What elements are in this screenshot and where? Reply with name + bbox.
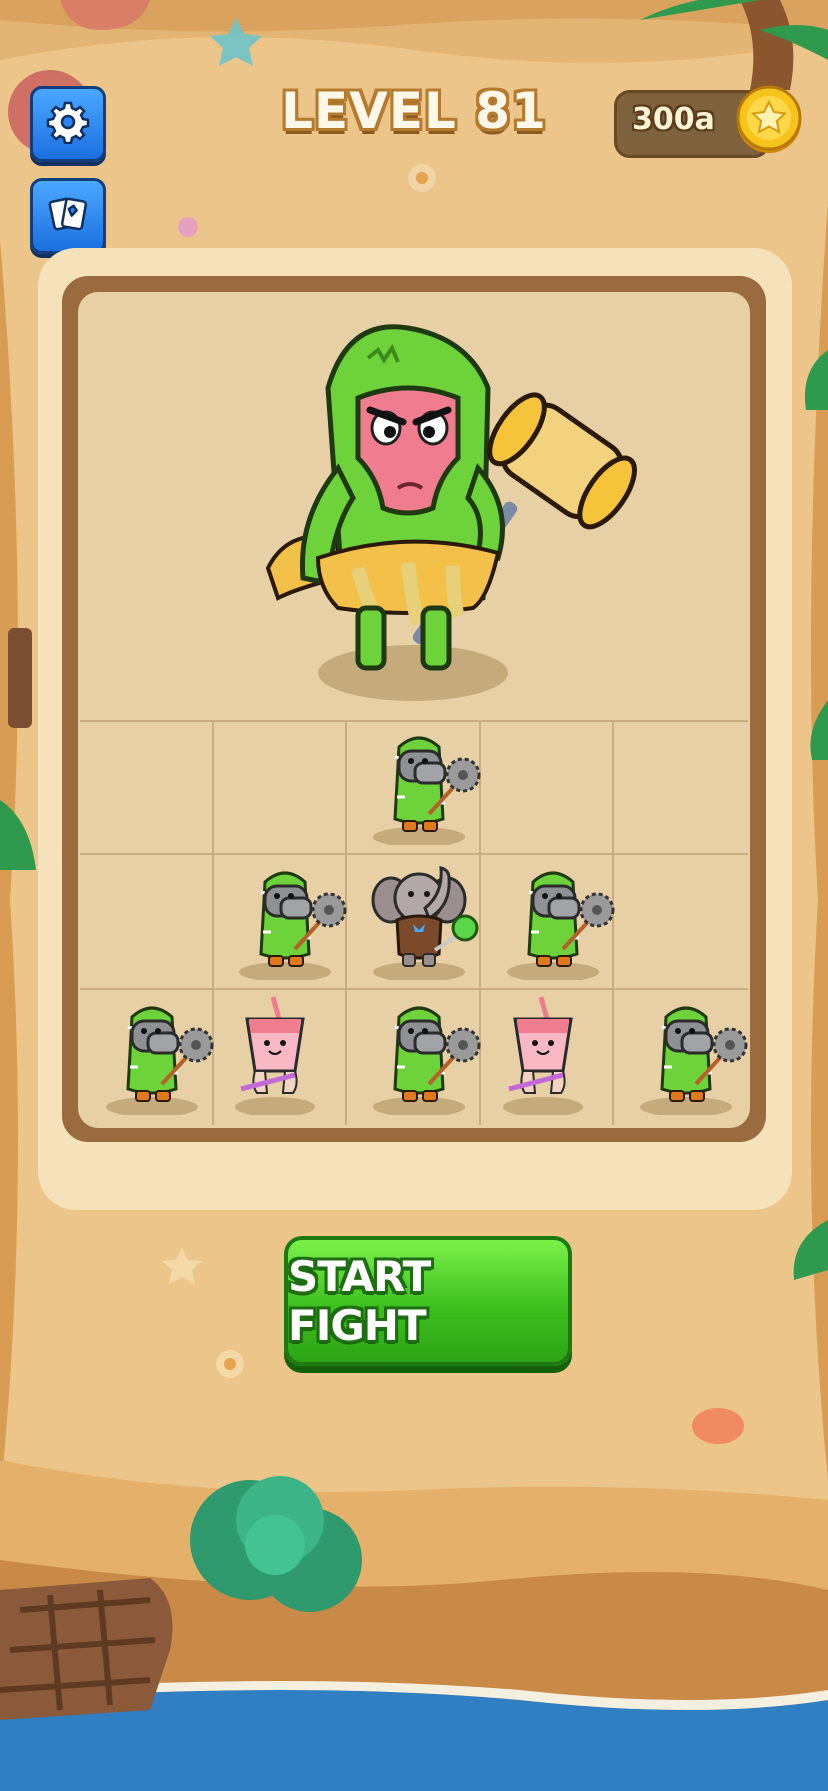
grid-cell[interactable] [80, 720, 214, 855]
unit-grid [80, 720, 748, 1125]
unit-elephant-lollipop[interactable] [359, 854, 481, 982]
unit-cactus-hippo-saw[interactable] [359, 719, 481, 847]
unit-cactus-hippo-saw[interactable] [359, 989, 481, 1117]
grid-cell[interactable] [614, 855, 748, 990]
unit-cactus-hippo-saw[interactable] [225, 854, 347, 982]
unit-cactus-hippo-saw[interactable] [626, 989, 748, 1117]
unit-cactus-hippo-saw[interactable] [493, 854, 615, 982]
grid-cell[interactable] [480, 720, 615, 855]
unit-cactus-hippo-saw[interactable] [92, 989, 214, 1117]
grid-cell[interactable] [614, 720, 748, 855]
cards-button[interactable] [30, 178, 106, 254]
cards-icon [46, 192, 90, 240]
coin-amount: 300a [632, 102, 715, 137]
grid-cell[interactable] [80, 855, 214, 990]
grid-cell[interactable] [213, 720, 348, 855]
boss-cactus-enemy [265, 324, 637, 701]
unit-smoothie-cup[interactable] [483, 989, 605, 1117]
start-fight-button[interactable]: START FIGHT [284, 1236, 572, 1366]
coin-icon [736, 85, 802, 153]
start-fight-label: START FIGHT [288, 1252, 431, 1350]
unit-smoothie-cup[interactable] [215, 989, 337, 1117]
